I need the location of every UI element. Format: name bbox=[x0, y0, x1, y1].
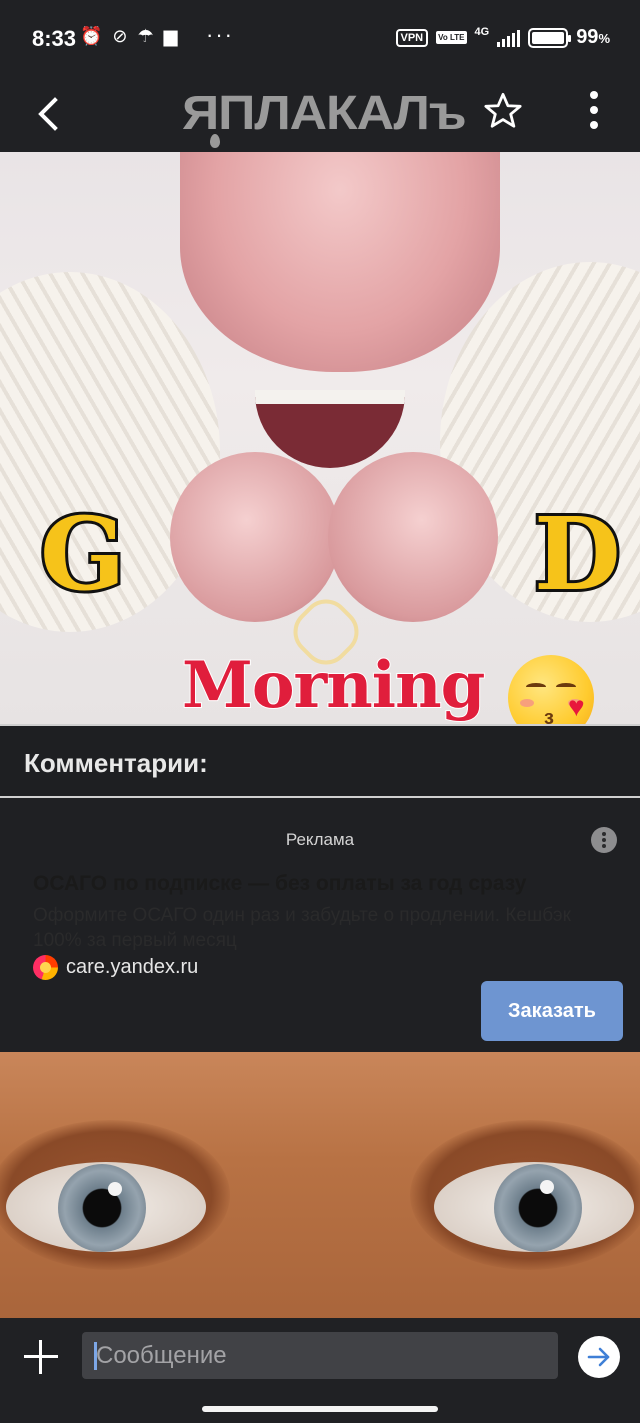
post-image[interactable]: G D Morning з ♥ bbox=[0, 152, 640, 724]
ad-source[interactable]: care.yandex.ru bbox=[33, 955, 198, 980]
ad-block[interactable]: Реклама ОСАГО по подписке — без оплаты з… bbox=[0, 798, 640, 1052]
battery-icon bbox=[528, 27, 572, 48]
send-arrow-icon bbox=[587, 1347, 610, 1367]
link-icon: ⊘ bbox=[112, 26, 128, 46]
image-shape bbox=[58, 1164, 146, 1252]
back-arrow-icon bbox=[38, 97, 58, 131]
home-indicator[interactable] bbox=[202, 1406, 438, 1412]
image-shape bbox=[108, 1182, 122, 1196]
ad-title[interactable]: ОСАГО по подписке — без оплаты за год ср… bbox=[33, 872, 526, 896]
send-button[interactable] bbox=[578, 1336, 620, 1378]
status-notification-icons: ⏰ ⊘ ☂ ▆ bbox=[80, 26, 178, 47]
yandex-care-icon bbox=[33, 955, 58, 980]
alarm-icon: ⏰ bbox=[80, 26, 103, 46]
status-right-group: VPN Vo LTE 4G 99% bbox=[395, 26, 610, 49]
volte-icon: Vo LTE bbox=[436, 31, 467, 44]
more-vert-icon bbox=[590, 91, 598, 100]
add-attachment-button[interactable] bbox=[22, 1338, 60, 1376]
more-menu-button[interactable] bbox=[580, 88, 608, 132]
ad-description: Оформите ОСАГО один раз и забудьте о про… bbox=[33, 905, 571, 951]
status-time: 8:33 bbox=[32, 26, 77, 51]
image-caption-letter: D bbox=[531, 495, 624, 613]
battery-percent: 99% bbox=[576, 26, 610, 48]
clipboard-icon: ▆ bbox=[163, 26, 178, 46]
signal-icon bbox=[497, 29, 521, 47]
text-caret bbox=[94, 1342, 97, 1370]
umbrella-icon: ☂ bbox=[137, 26, 154, 46]
image-shape bbox=[494, 1164, 582, 1252]
logo-drop-icon bbox=[210, 134, 220, 148]
battery-fill bbox=[532, 31, 564, 44]
image-caption-word: Morning bbox=[181, 647, 486, 724]
message-composer bbox=[0, 1318, 640, 1423]
comments-title: Комментарии: bbox=[24, 748, 208, 778]
message-input[interactable] bbox=[82, 1332, 558, 1379]
site-logo[interactable]: ЯПЛАКАЛъ bbox=[182, 86, 467, 141]
ad-source-domain: care.yandex.ru bbox=[66, 956, 199, 978]
image-caption-letter: G bbox=[37, 495, 128, 613]
status-bar: 8:33 ⏰ ⊘ ☂ ▆ ··· VPN Vo LTE 4G 99% bbox=[0, 0, 640, 80]
ad-label: Реклама bbox=[285, 830, 355, 849]
image-shape bbox=[328, 452, 498, 622]
app-bar: ЯПЛАКАЛъ bbox=[0, 80, 640, 152]
ad-options-button[interactable] bbox=[591, 827, 617, 853]
status-more-icon: ··· bbox=[206, 22, 234, 47]
network-type: 4G bbox=[474, 26, 490, 38]
star-outline-icon bbox=[484, 92, 522, 128]
kiss-emoji-icon: з ♥ bbox=[508, 655, 594, 724]
heart-icon: ♥ bbox=[568, 691, 585, 722]
image-shape bbox=[540, 1180, 554, 1194]
vpn-icon: VPN bbox=[395, 28, 429, 47]
comments-header: Комментарии: bbox=[0, 724, 640, 798]
image-shape bbox=[170, 452, 340, 622]
image-shape bbox=[180, 152, 500, 372]
post-image-2[interactable] bbox=[0, 1052, 640, 1322]
favorite-button[interactable] bbox=[482, 90, 524, 132]
back-button[interactable] bbox=[28, 88, 68, 140]
ad-order-button[interactable]: Заказать bbox=[481, 981, 623, 1041]
